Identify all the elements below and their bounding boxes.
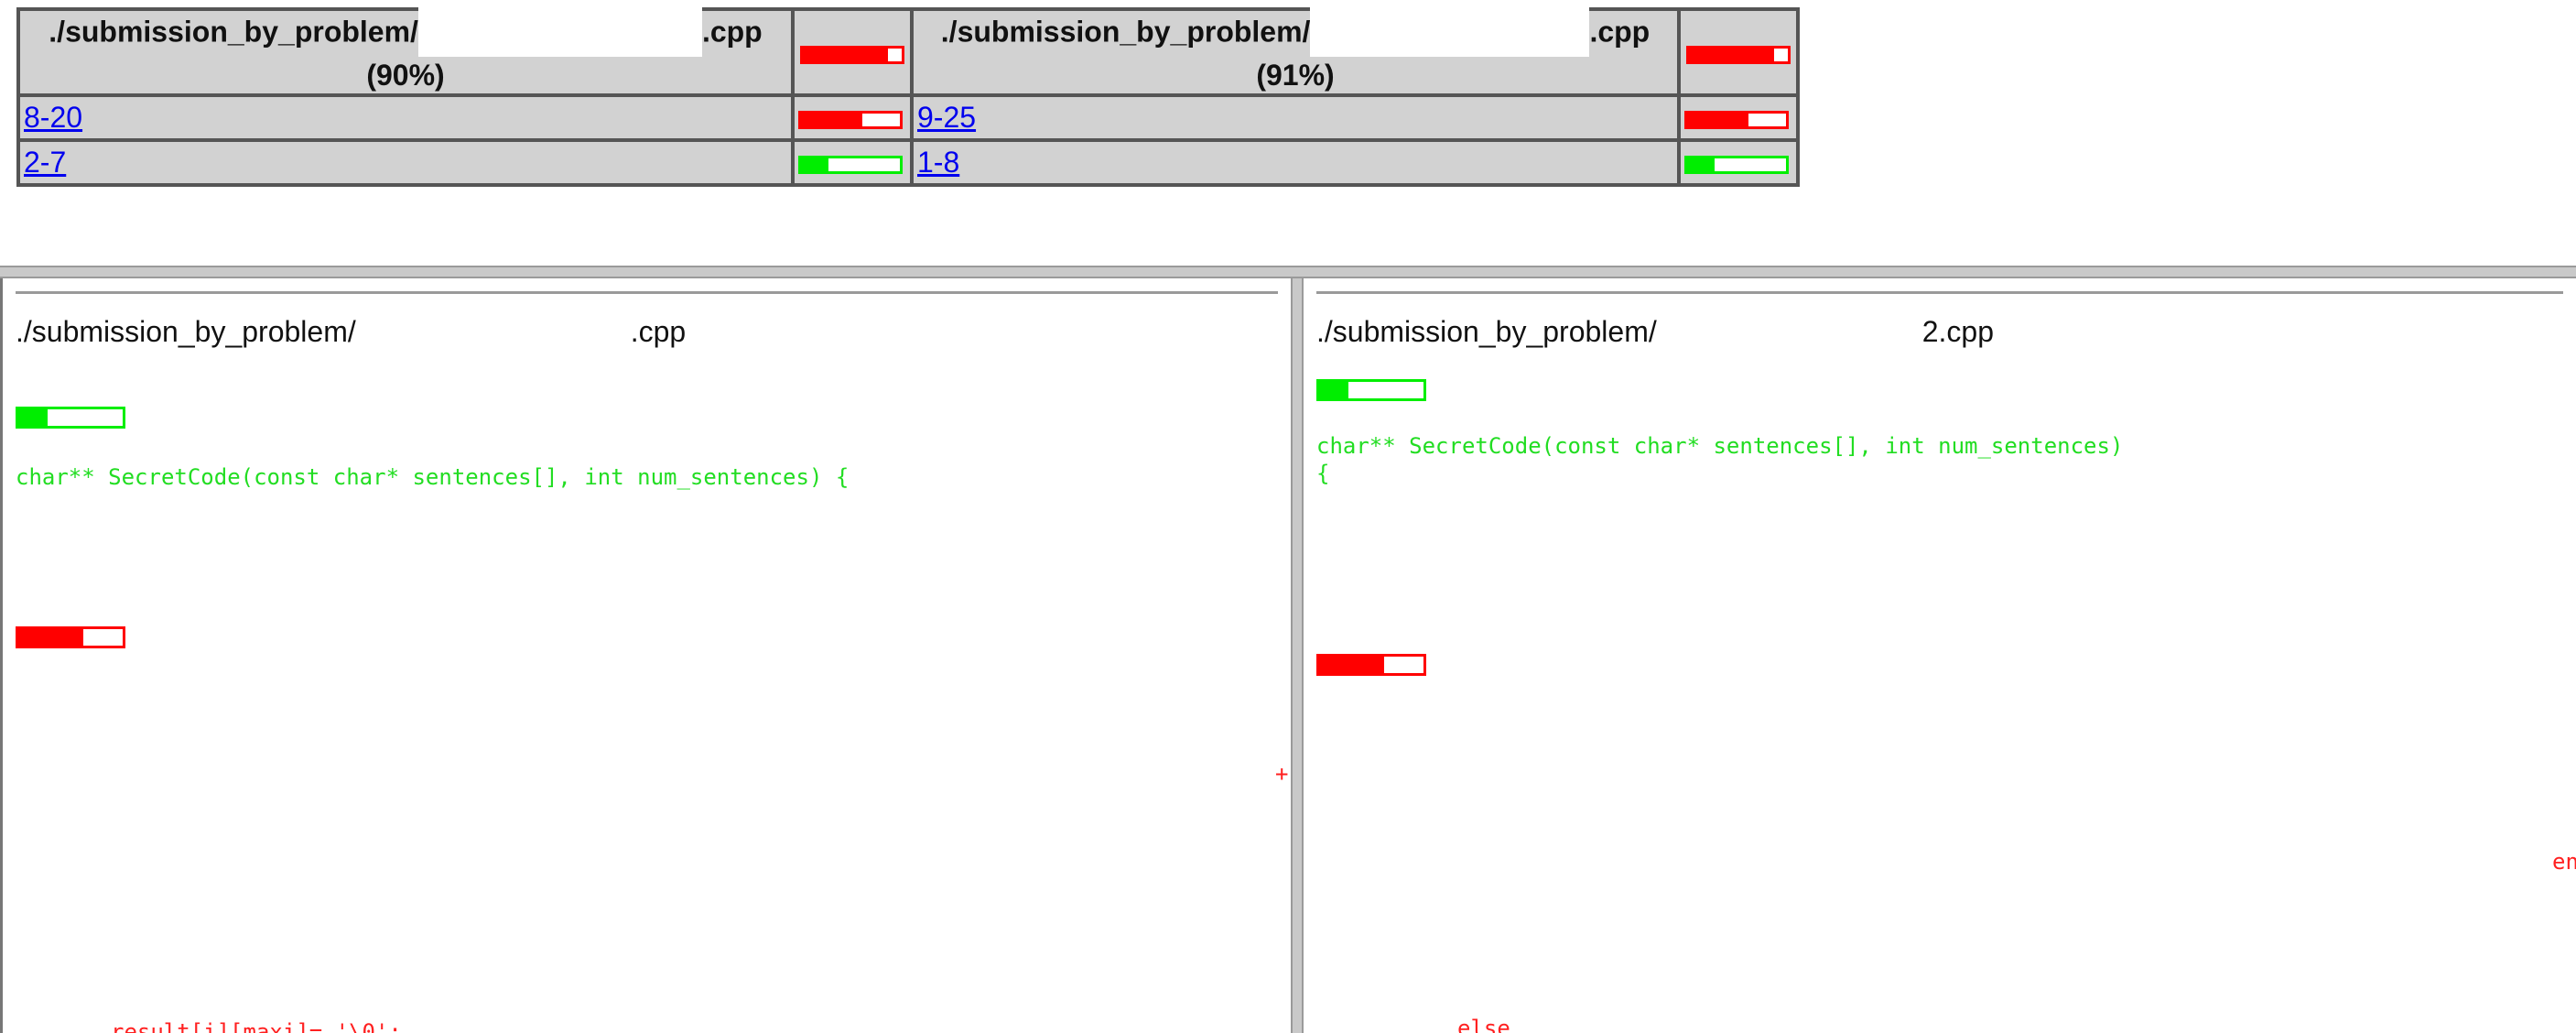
match-jump-bar[interactable] <box>16 626 125 648</box>
right-title-suffix: 2.cpp <box>1921 315 1995 348</box>
file1-percent: (90%) <box>366 59 445 92</box>
match-cell: 1-8 <box>910 138 1681 187</box>
right-title-prefix: ./submission_by_problem/ <box>1316 315 1657 348</box>
match-bar-cell <box>1677 93 1800 142</box>
file2-suffix: .cpp <box>1589 15 1651 49</box>
file2-prefix: ./submission_by_problem/ <box>940 15 1311 49</box>
match-link-9-25[interactable]: 9-25 <box>917 101 976 134</box>
left-title-prefix: ./submission_by_problem/ <box>16 315 356 348</box>
left-title-suffix: .cpp <box>630 315 687 348</box>
table-row: 2-7 1-8 <box>16 138 1800 187</box>
match-link-2-7[interactable]: 2-7 <box>24 146 66 179</box>
file2-percent: (91%) <box>1256 59 1335 92</box>
diff-marker: + <box>1275 761 1289 787</box>
match-bar-cell <box>791 93 914 142</box>
code-block: else <box>1457 1015 1732 1033</box>
code-fragment: en <box>2552 849 2576 875</box>
pane-divider <box>16 291 1278 294</box>
file2-similarity-cell <box>1677 7 1800 97</box>
match-jump-bar[interactable] <box>1316 379 1426 401</box>
match-overview-frame: ./submission_by_problem/ .cpp (90%) ./sub… <box>0 0 2576 266</box>
match-jump-bar[interactable] <box>16 407 125 429</box>
file2-header: ./submission_by_problem/ .cpp (91%) <box>910 4 1681 97</box>
left-pane-title: ./submission_by_problem/ .cpp <box>16 310 687 352</box>
table-row: 8-20 9-25 <box>16 93 1800 142</box>
match-table: ./submission_by_problem/ .cpp (90%) ./sub… <box>16 4 1800 187</box>
match-bar-cell <box>791 138 914 187</box>
file1-similarity-bar <box>800 45 904 64</box>
redacted-filename <box>1310 4 1590 57</box>
code-line: { <box>1316 461 1330 486</box>
right-pane-title: ./submission_by_problem/2.cpp <box>1316 310 1995 352</box>
horizontal-frame-divider[interactable] <box>0 266 2576 278</box>
redacted-filename <box>1656 310 1922 352</box>
match-bar <box>1684 155 1789 174</box>
match-bar <box>798 155 903 174</box>
code-line: char** SecretCode(const char* sentences[… <box>1316 433 2124 459</box>
match-bar <box>1684 110 1789 129</box>
match-bar-cell <box>1677 138 1800 187</box>
file1-prefix: ./submission_by_problem/ <box>49 15 418 49</box>
file1-suffix: .cpp <box>701 15 763 49</box>
match-link-8-20[interactable]: 8-20 <box>24 101 82 134</box>
match-link-1-8[interactable]: 1-8 <box>917 146 959 179</box>
redacted-filename <box>417 4 702 57</box>
code-line: result[i][maxi]= '\0'; <box>111 1019 402 1033</box>
match-cell: 2-7 <box>16 138 795 187</box>
code-line: else <box>1457 1016 1510 1033</box>
file1-header: ./submission_by_problem/ .cpp (90%) <box>16 4 795 97</box>
pane-divider <box>1316 291 2563 294</box>
left-code-pane[interactable]: ./submission_by_problem/ .cpp char** Secr… <box>3 278 1291 1033</box>
match-bar <box>798 110 903 129</box>
match-cell: 8-20 <box>16 93 795 142</box>
match-cell: 9-25 <box>910 93 1681 142</box>
code-block: result[i][maxi]= '\0'; <box>111 1018 477 1033</box>
file1-similarity-cell <box>791 7 914 97</box>
right-code-pane[interactable]: ./submission_by_problem/2.cpp char** Sec… <box>1304 278 2576 1033</box>
match-jump-bar[interactable] <box>1316 654 1426 676</box>
redacted-filename <box>355 310 631 352</box>
file2-similarity-bar <box>1686 45 1791 64</box>
code-block: char** SecretCode(const char* sentences[… <box>16 462 1279 504</box>
vertical-frame-divider[interactable] <box>1291 278 1304 1033</box>
code-line: char** SecretCode(const char* sentences[… <box>16 464 850 490</box>
